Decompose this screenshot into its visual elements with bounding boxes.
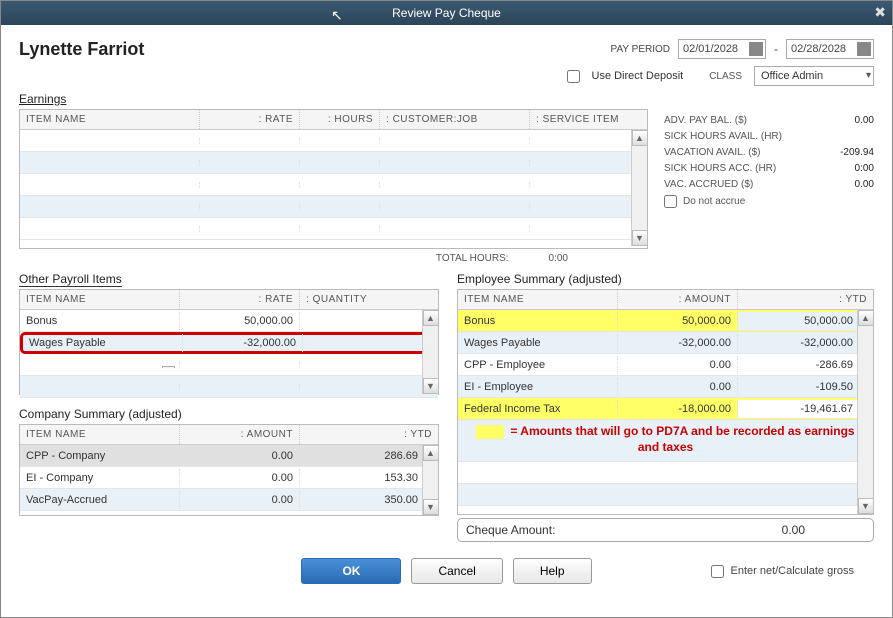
scroll-down-icon[interactable]: ▼ xyxy=(423,499,439,515)
pay-period-label: PAY PERIOD xyxy=(611,44,670,55)
yellow-swatch-icon xyxy=(476,425,504,439)
table-row[interactable]: Federal Income Tax -18,000.00 -19,461.67 xyxy=(458,398,873,420)
review-pay-cheque-window: ↖ Review Pay Cheque ✖ Lynette Farriot PA… xyxy=(0,0,893,618)
employee-name: Lynette Farriot xyxy=(19,39,144,60)
cheque-amount-box: Cheque Amount: 0.00 xyxy=(457,518,874,542)
earnings-title: Earnings xyxy=(19,92,648,106)
scroll-down-icon[interactable]: ▼ xyxy=(423,378,439,394)
pay-period-from[interactable]: 02/01/2028 xyxy=(678,39,766,59)
pd7a-annotation: = Amounts that will go to PD7A and be re… xyxy=(458,420,873,459)
company-summary-title: Company Summary (adjusted) xyxy=(19,407,439,421)
scroll-up-icon[interactable]: ▲ xyxy=(858,310,874,326)
table-row[interactable] xyxy=(20,218,647,240)
cancel-button[interactable]: Cancel xyxy=(411,558,502,584)
titlebar: ↖ Review Pay Cheque ✖ xyxy=(1,1,892,25)
table-row[interactable] xyxy=(20,152,647,174)
table-row[interactable]: ▾ xyxy=(20,354,438,376)
direct-deposit-checkbox[interactable] xyxy=(567,70,580,83)
enter-net-checkbox[interactable] xyxy=(711,565,724,578)
date-separator: - xyxy=(774,42,778,56)
table-row[interactable]: VacPay-Accrued 0.00 350.00 xyxy=(20,489,438,511)
table-row[interactable]: CPP - Company 0.00 286.69 xyxy=(20,445,438,467)
table-row[interactable] xyxy=(20,376,438,398)
content-area: Lynette Farriot PAY PERIOD 02/01/2028 - … xyxy=(1,25,892,596)
cursor-icon: ↖ xyxy=(331,7,343,24)
scrollbar[interactable]: ▲▼ xyxy=(631,130,647,246)
total-hours-row: TOTAL HOURS: 0:00 xyxy=(19,249,648,268)
chevron-down-icon[interactable]: ▾ xyxy=(162,366,175,368)
wages-payable-row[interactable]: Wages Payable -32,000.00 xyxy=(20,332,438,354)
other-items-table: ITEM NAME : RATE : QUANTITY Bonus 50,000… xyxy=(19,289,439,395)
do-not-accrue-checkbox[interactable] xyxy=(664,195,677,208)
table-row[interactable]: EI - Company 0.00 153.30 xyxy=(20,467,438,489)
calendar-icon[interactable] xyxy=(749,42,763,56)
scroll-down-icon[interactable]: ▼ xyxy=(858,498,874,514)
table-row[interactable] xyxy=(20,174,647,196)
table-row[interactable] xyxy=(458,484,873,506)
other-items-title: Other Payroll Items xyxy=(19,272,439,286)
company-summary-table: ITEM NAME : AMOUNT : YTD CPP - Company 0… xyxy=(19,424,439,516)
employee-summary-table: ITEM NAME : AMOUNT : YTD Bonus 50,000.00… xyxy=(457,289,874,515)
ok-button[interactable]: OK xyxy=(301,558,401,584)
other-items-header: ITEM NAME : RATE : QUANTITY xyxy=(20,290,438,310)
scroll-up-icon[interactable]: ▲ xyxy=(632,130,648,146)
direct-deposit-label: Use Direct Deposit xyxy=(592,70,684,82)
calendar-icon[interactable] xyxy=(857,42,871,56)
cheque-amount-label: Cheque Amount: xyxy=(466,523,555,537)
earnings-table: ITEM NAME : RATE : HOURS : CUSTOMER:JOB … xyxy=(19,109,648,249)
employee-summary-header: ITEM NAME : AMOUNT : YTD xyxy=(458,290,873,310)
table-row[interactable]: Bonus 50,000.00 50,000.00 xyxy=(458,310,873,332)
table-row[interactable]: Wages Payable -32,000.00 -32,000.00 xyxy=(458,332,873,354)
enter-net-option[interactable]: Enter net/Calculate gross xyxy=(711,565,854,578)
table-row[interactable]: Bonus 50,000.00 xyxy=(20,310,438,332)
scrollbar[interactable]: ▲▼ xyxy=(422,445,438,515)
scrollbar[interactable]: ▲▼ xyxy=(857,310,873,514)
table-row[interactable] xyxy=(458,462,873,484)
company-summary-header: ITEM NAME : AMOUNT : YTD xyxy=(20,425,438,445)
cheque-amount-value: 0.00 xyxy=(782,523,865,537)
table-row[interactable] xyxy=(20,196,647,218)
table-row[interactable]: CPP - Employee 0.00 -286.69 xyxy=(458,354,873,376)
scrollbar[interactable]: ▲▼ xyxy=(422,310,438,394)
close-icon[interactable]: ✖ xyxy=(874,4,886,21)
table-row[interactable] xyxy=(20,130,647,152)
scroll-up-icon[interactable]: ▲ xyxy=(423,310,439,326)
scroll-up-icon[interactable]: ▲ xyxy=(423,445,439,461)
annotation-row: = Amounts that will go to PD7A and be re… xyxy=(458,420,873,462)
pay-period-to[interactable]: 02/28/2028 xyxy=(786,39,874,59)
earnings-header: ITEM NAME : RATE : HOURS : CUSTOMER:JOB … xyxy=(20,110,647,130)
chevron-down-icon: ▾ xyxy=(866,70,871,81)
help-button[interactable]: Help xyxy=(513,558,592,584)
stats-panel: ADV. PAY BAL. ($)0.00 SICK HOURS AVAIL. … xyxy=(664,92,874,268)
class-label: CLASS xyxy=(709,71,742,82)
class-select[interactable]: Office Admin▾ xyxy=(754,66,874,86)
scroll-down-icon[interactable]: ▼ xyxy=(632,230,648,246)
table-row[interactable]: EI - Employee 0.00 -109.50 xyxy=(458,376,873,398)
employee-summary-title: Employee Summary (adjusted) xyxy=(457,272,874,286)
window-title: Review Pay Cheque xyxy=(392,6,501,20)
